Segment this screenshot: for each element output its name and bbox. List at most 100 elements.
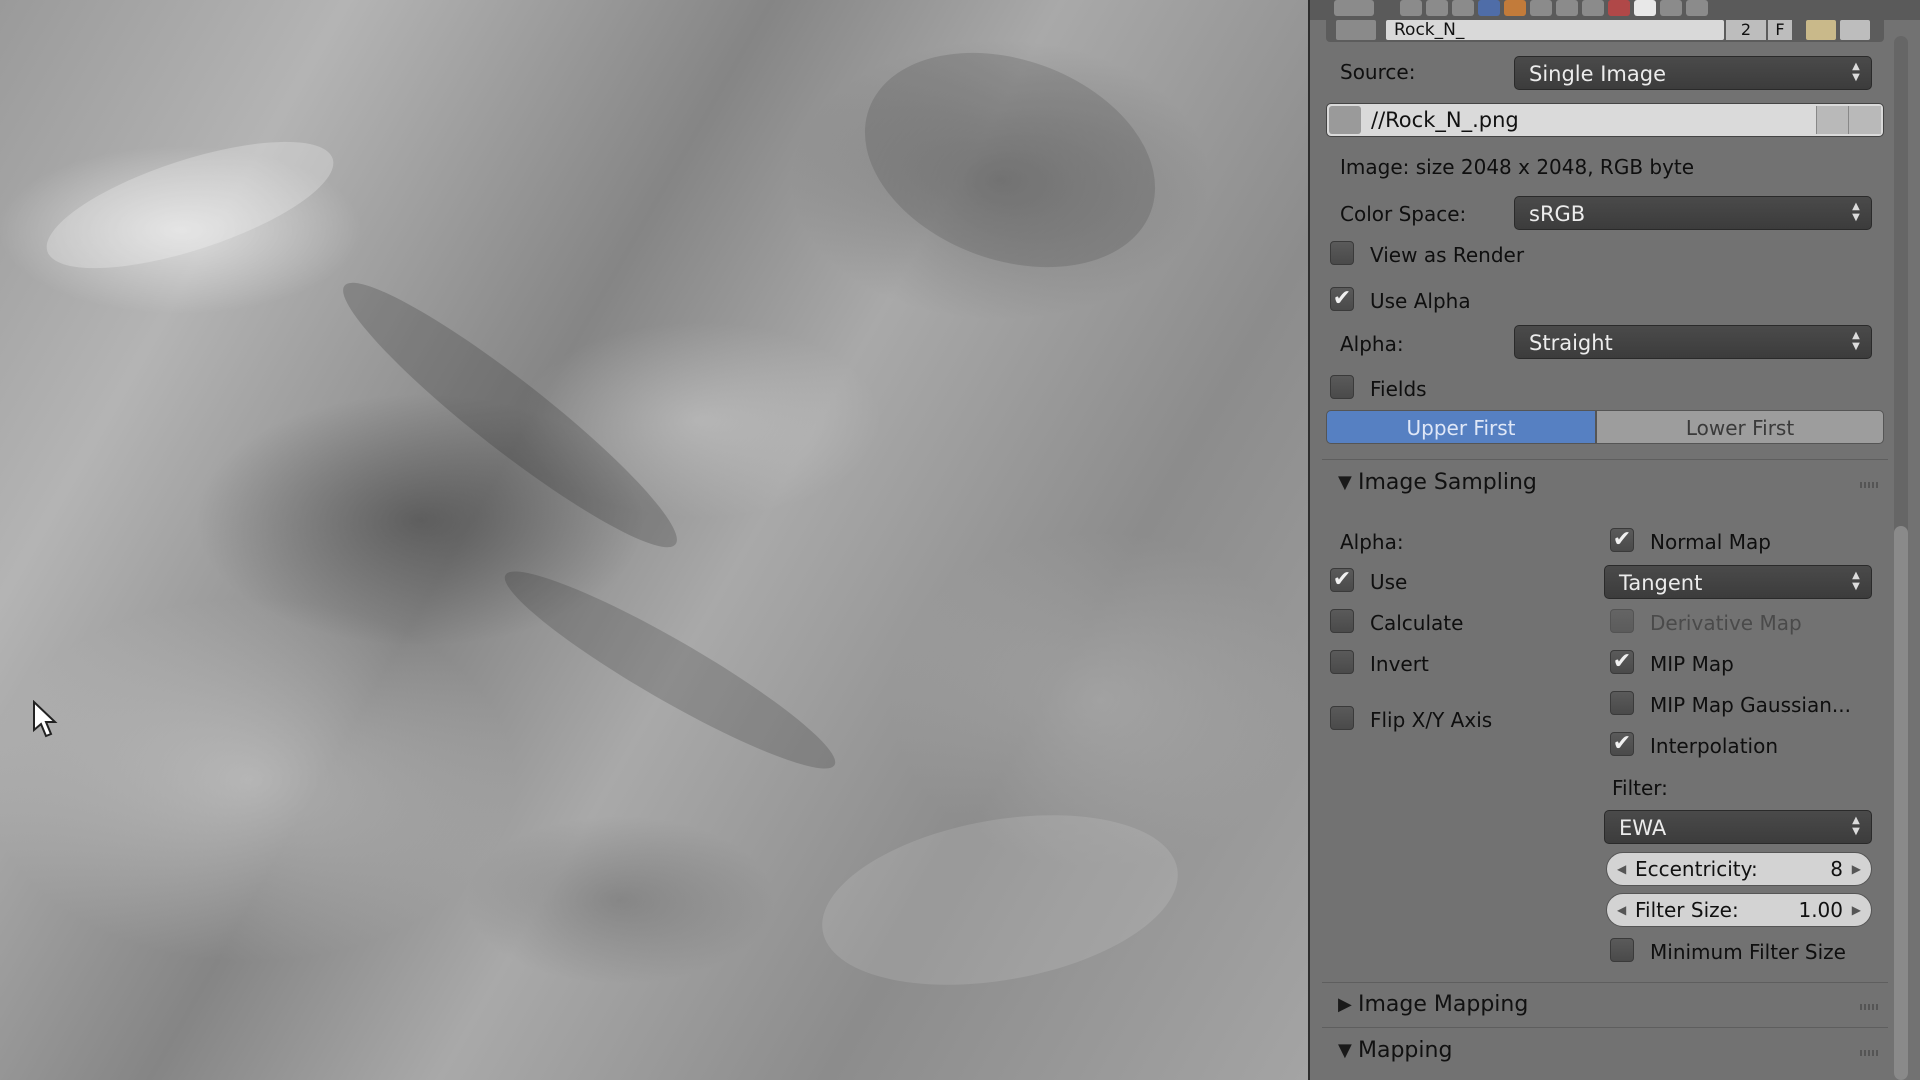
collapse-triangle-icon: ▼ (1338, 1040, 1352, 1061)
image-users-count[interactable]: 2 (1726, 20, 1766, 40)
fields-checkbox[interactable] (1330, 375, 1354, 399)
source-value: Single Image (1529, 62, 1667, 86)
filter-size-label: Filter Size: (1635, 898, 1739, 922)
min-filter-size-label: Minimum Filter Size (1650, 940, 1846, 964)
drag-grip-icon[interactable] (1860, 482, 1880, 488)
view-as-render-checkbox[interactable] (1330, 241, 1354, 265)
mip-map-gaussian-checkbox[interactable] (1610, 691, 1634, 715)
panel-scrollbar-thumb[interactable] (1894, 526, 1908, 1080)
rock-crevice (322, 258, 698, 572)
image-info-text: Image: size 2048 x 2048, RGB byte (1340, 155, 1695, 179)
eccentricity-value: 8 (1830, 857, 1843, 881)
collapse-triangle-icon: ▼ (1338, 472, 1352, 493)
mip-map-label: MIP Map (1650, 652, 1734, 676)
image-mapping-title: Image Mapping (1358, 992, 1529, 1017)
flip-xy-label: Flip X/Y Axis (1370, 708, 1493, 732)
rock-highlight (33, 115, 347, 295)
alpha-mode-value: Straight (1529, 331, 1613, 355)
alpha-mode-label: Alpha: (1340, 332, 1404, 356)
normal-map-label: Normal Map (1650, 530, 1771, 554)
calculate-label: Calculate (1370, 611, 1464, 635)
modifiers-tab-icon[interactable] (1556, 0, 1578, 16)
mapping-header[interactable]: ▼ Mapping (1322, 1030, 1888, 1074)
lower-first-button[interactable]: Lower First (1596, 410, 1884, 444)
physics-tab-icon[interactable] (1686, 0, 1708, 16)
3d-viewport[interactable] (0, 0, 1308, 1080)
mip-map-checkbox[interactable]: ✔ (1610, 650, 1634, 674)
interpolation-label: Interpolation (1650, 734, 1778, 758)
filter-dropdown[interactable]: EWA ▲ ▼ (1604, 810, 1872, 844)
upper-first-button[interactable]: Upper First (1326, 410, 1596, 444)
alpha-mode-dropdown[interactable]: Straight ▲ ▼ (1514, 325, 1872, 359)
filter-size-value: 1.00 (1798, 898, 1843, 922)
unlink-image-icon[interactable] (1840, 20, 1870, 40)
section-divider (1322, 1027, 1888, 1028)
interpolation-checkbox[interactable]: ✔ (1610, 732, 1634, 756)
calculate-checkbox[interactable] (1330, 609, 1354, 633)
drag-grip-icon[interactable] (1860, 1050, 1880, 1056)
source-dropdown[interactable]: Single Image ▲ ▼ (1514, 56, 1872, 90)
data-tab-icon[interactable] (1582, 0, 1604, 16)
constraints-tab-icon[interactable] (1530, 0, 1552, 16)
reload-image-icon[interactable] (1848, 106, 1881, 134)
object-tab-icon[interactable] (1504, 0, 1526, 16)
use-alpha-checkbox[interactable]: ✔ (1330, 287, 1354, 311)
decrement-arrow-icon[interactable]: ◀ (1617, 894, 1626, 926)
decrement-arrow-icon[interactable]: ◀ (1617, 853, 1626, 885)
filepath-text: //Rock_N_.png (1371, 108, 1519, 132)
image-browse-icon[interactable] (1336, 20, 1376, 40)
mouse-cursor-icon (33, 700, 58, 738)
fields-label: Fields (1370, 377, 1427, 401)
filter-label: Filter: (1612, 776, 1668, 800)
color-space-value: sRGB (1529, 202, 1586, 226)
view-as-render-label: View as Render (1370, 243, 1525, 267)
image-filepath-field[interactable]: //Rock_N_.png (1326, 103, 1884, 137)
image-name-field[interactable]: Rock_N_ (1386, 20, 1724, 40)
color-space-dropdown[interactable]: sRGB ▲ ▼ (1514, 196, 1872, 230)
flip-xy-checkbox[interactable] (1330, 706, 1354, 730)
invert-checkbox[interactable] (1330, 650, 1354, 674)
texture-tab-icon[interactable] (1634, 0, 1656, 16)
eccentricity-slider[interactable]: ◀ Eccentricity: 8 ▶ (1606, 852, 1872, 886)
normal-map-checkbox[interactable]: ✔ (1610, 528, 1634, 552)
color-space-label: Color Space: (1340, 202, 1467, 226)
layers-tab-icon[interactable] (1426, 0, 1448, 16)
dropdown-arrows-icon: ▲ ▼ (1852, 570, 1860, 592)
scene-tab-icon[interactable] (1452, 0, 1474, 16)
mapping-title: Mapping (1358, 1038, 1453, 1063)
particles-tab-icon[interactable] (1660, 0, 1682, 16)
normal-space-value: Tangent (1619, 571, 1703, 595)
editor-type-icon[interactable] (1334, 0, 1374, 16)
render-tab-icon[interactable] (1400, 0, 1422, 16)
dropdown-arrows-icon: ▲ ▼ (1852, 201, 1860, 223)
derivative-map-checkbox[interactable] (1610, 609, 1634, 633)
increment-arrow-icon[interactable]: ▶ (1852, 853, 1861, 885)
open-image-icon[interactable] (1806, 20, 1836, 40)
sampling-alpha-label: Alpha: (1340, 530, 1404, 554)
image-sampling-header[interactable]: ▼ Image Sampling (1322, 462, 1888, 506)
fake-user-button[interactable]: F (1768, 20, 1792, 40)
world-tab-icon[interactable] (1478, 0, 1500, 16)
increment-arrow-icon[interactable]: ▶ (1852, 894, 1861, 926)
min-filter-size-checkbox[interactable] (1610, 938, 1634, 962)
sampling-use-checkbox[interactable]: ✔ (1330, 568, 1354, 592)
material-tab-icon[interactable] (1608, 0, 1630, 16)
derivative-map-label: Derivative Map (1650, 611, 1802, 635)
dropdown-arrows-icon: ▲ ▼ (1852, 330, 1860, 352)
sampling-use-label: Use (1370, 570, 1408, 594)
drag-grip-icon[interactable] (1860, 1004, 1880, 1010)
packed-file-icon[interactable] (1329, 106, 1361, 134)
rock-crevice (490, 549, 850, 791)
expand-triangle-icon: ▶ (1338, 994, 1352, 1015)
dropdown-arrows-icon: ▲ ▼ (1852, 815, 1860, 837)
properties-context-bar (1310, 0, 1920, 20)
image-sampling-title: Image Sampling (1358, 470, 1537, 495)
properties-panel: Rock_N_ 2 F Source: Single Image ▲ ▼ //Ro… (1310, 0, 1920, 1080)
rock-shadow (834, 14, 1186, 306)
rock-highlight (808, 789, 1192, 1011)
normal-space-dropdown[interactable]: Tangent ▲ ▼ (1604, 565, 1872, 599)
image-mapping-header[interactable]: ▶ Image Mapping (1322, 984, 1888, 1028)
use-alpha-label: Use Alpha (1370, 289, 1471, 313)
file-browse-icon[interactable] (1816, 106, 1849, 134)
filter-size-slider[interactable]: ◀ Filter Size: 1.00 ▶ (1606, 893, 1872, 927)
